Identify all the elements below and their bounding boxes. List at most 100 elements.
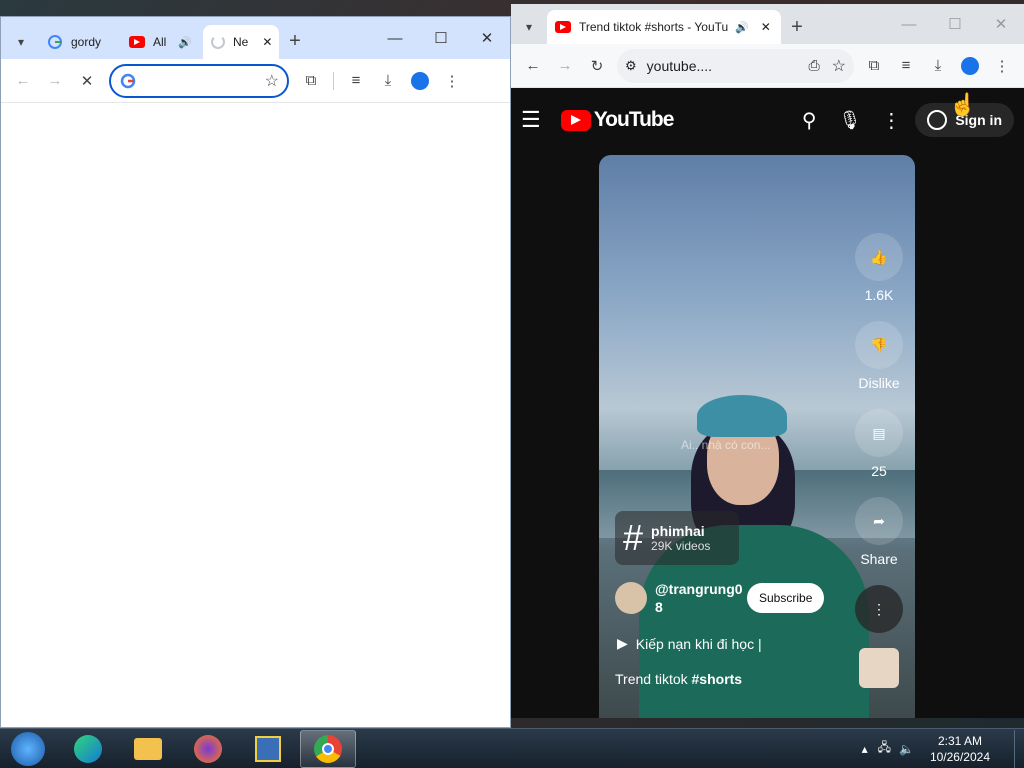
tab-youtube[interactable]: Trend tiktok #shorts - YouTu 🔊 ✕: [547, 10, 781, 44]
menu-kebab-icon[interactable]: ⋮: [986, 50, 1018, 82]
download-icon[interactable]: ⤓: [922, 50, 954, 82]
tab-all[interactable]: All 🔊: [121, 25, 203, 59]
close-button[interactable]: ✕: [978, 4, 1024, 45]
media-control-icon[interactable]: ≡: [340, 65, 372, 97]
media-control-icon[interactable]: ≡: [890, 50, 922, 82]
hashtag-name: phimhai: [651, 523, 705, 539]
youtube-icon: [129, 36, 145, 48]
channel-handle-line2: 8: [655, 599, 663, 615]
mouse-cursor-icon: ☝: [949, 92, 977, 117]
loading-icon: [211, 35, 225, 49]
playlist-row[interactable]: ▶ Kiếp nạn khi đi học |: [617, 635, 762, 652]
page-content: [1, 103, 510, 723]
clock-time: 2:31 AM: [937, 733, 982, 748]
site-settings-icon[interactable]: ⚙: [625, 58, 637, 74]
more-options-button[interactable]: ⋮: [855, 585, 903, 633]
chrome-window-left: ▾ gordy All 🔊 Ne ✕ + — ☐ ✕ ← → ✕ ☆ ⧉ ≡ ⤓…: [0, 16, 511, 728]
reload-icon[interactable]: ↻: [581, 50, 613, 82]
extensions-icon[interactable]: ⧉: [295, 65, 327, 97]
tab-search-chevron-icon[interactable]: ▾: [513, 11, 545, 43]
maximize-button[interactable]: ☐: [932, 4, 978, 45]
forward-button[interactable]: →: [39, 65, 71, 97]
window-controls: — ☐ ✕: [372, 17, 510, 59]
back-button[interactable]: ←: [7, 65, 39, 97]
subscribe-button[interactable]: Subscribe: [747, 583, 825, 613]
microphone-icon[interactable]: 🎙: [838, 110, 861, 131]
close-button[interactable]: ✕: [464, 17, 510, 59]
omnibox[interactable]: ⚙ youtube.... ⎙ ☆: [617, 48, 854, 83]
chrome-taskbar-icon[interactable]: [300, 729, 356, 768]
new-tab-button[interactable]: +: [279, 25, 311, 57]
toolbar: ← → ↻ ⚙ youtube.... ⎙ ☆ ⧉ ≡ ⤓ ⋮: [511, 44, 1024, 88]
play-icon: ▶: [617, 635, 628, 651]
channel-handle[interactable]: @trangrung0 8: [655, 580, 745, 616]
google-g-icon: [119, 72, 137, 90]
kebab-menu-icon[interactable]: ⋮: [881, 108, 901, 133]
extensions-icon[interactable]: ⧉: [858, 50, 890, 82]
hashtag-videos: 29K videos: [651, 539, 711, 553]
menu-kebab-icon[interactable]: ⋮: [436, 65, 468, 97]
network-icon[interactable]: 🖧: [878, 738, 891, 759]
omnibox[interactable]: ☆: [109, 63, 289, 98]
like-count: 1.6K: [864, 287, 894, 303]
youtube-icon: [555, 21, 571, 33]
dislike-button[interactable]: 👎: [855, 321, 903, 369]
forward-button[interactable]: →: [549, 50, 581, 82]
volume-icon[interactable]: 🔈: [899, 742, 914, 756]
hashtag-text: phimhai 29K videos: [651, 523, 710, 553]
video-watermark: Ai.. nhà có con...: [681, 438, 771, 452]
new-tab-button[interactable]: +: [781, 11, 813, 43]
search-icon[interactable]: ⚲: [802, 108, 817, 133]
download-icon[interactable]: ⤓: [372, 65, 404, 97]
url-text: youtube....: [646, 57, 713, 74]
hamburger-menu-icon[interactable]: ☰: [521, 107, 541, 133]
tab-gordy[interactable]: gordy: [39, 25, 121, 59]
window-controls: — ☐ ✕: [886, 4, 1024, 45]
tab-new-tab[interactable]: Ne ✕: [203, 25, 279, 59]
toolbar: ← → ✕ ☆ ⧉ ≡ ⤓ ⋮: [1, 59, 510, 103]
show-hidden-icons-icon[interactable]: ▴: [862, 742, 868, 756]
youtube-logo[interactable]: YouTube: [560, 108, 675, 132]
app-icon[interactable]: [240, 730, 296, 768]
install-app-icon[interactable]: ⎙: [808, 57, 819, 74]
maximize-button[interactable]: ☐: [418, 17, 464, 59]
comment-button[interactable]: ▤: [855, 409, 903, 457]
start-orb-icon[interactable]: [0, 730, 56, 768]
minimize-button[interactable]: —: [886, 4, 932, 45]
speaker-icon[interactable]: 🔊: [735, 21, 749, 34]
like-button[interactable]: 👍: [855, 233, 903, 281]
channel-handle-line1: @trangrung0: [655, 581, 743, 597]
hashtag-chip[interactable]: # phimhai 29K videos: [615, 511, 739, 565]
profile-avatar-icon[interactable]: [404, 65, 436, 97]
close-tab-icon[interactable]: ✕: [262, 35, 272, 49]
dislike-label: Dislike: [858, 375, 900, 391]
star-icon[interactable]: ☆: [265, 71, 279, 91]
close-tab-icon[interactable]: ✕: [761, 20, 771, 34]
stop-button[interactable]: ✕: [71, 65, 103, 97]
google-g-icon: [47, 34, 63, 50]
sound-thumbnail[interactable]: [859, 648, 899, 688]
edge-icon[interactable]: [60, 730, 116, 768]
profile-avatar-icon[interactable]: [954, 50, 986, 82]
shorts-video[interactable]: Ai.. nhà có con... 👍 1.6K 👎 Dislike ▤ 25…: [599, 155, 915, 718]
show-desktop-button[interactable]: [1014, 729, 1024, 768]
tab-strip: ▾ gordy All 🔊 Ne ✕ + — ☐ ✕: [1, 17, 510, 59]
file-explorer-icon[interactable]: [120, 730, 176, 768]
clock-date: 10/26/2024: [929, 749, 990, 764]
clock[interactable]: 2:31 AM 10/26/2024: [930, 733, 990, 765]
video-title-hashtag[interactable]: #shorts: [692, 671, 743, 687]
tab-search-chevron-icon[interactable]: ▾: [5, 26, 37, 58]
youtube-header: ☰ YouTube ⚲ 🎙 ⋮ Sign in: [511, 92, 1024, 148]
system-tray: ▴ 🖧 🔈 2:31 AM 10/26/2024: [862, 729, 1024, 768]
account-icon: [927, 110, 948, 130]
speaker-icon[interactable]: 🔊: [178, 36, 192, 49]
channel-avatar[interactable]: [615, 582, 647, 614]
logo-text: YouTube: [593, 108, 675, 131]
tab-label: Ne: [233, 35, 249, 49]
minimize-button[interactable]: —: [372, 17, 418, 59]
share-button[interactable]: ➦: [855, 497, 903, 545]
firefox-icon[interactable]: [180, 730, 236, 768]
back-button[interactable]: ←: [517, 50, 549, 82]
star-icon[interactable]: ☆: [832, 56, 846, 76]
like-group: 👍 1.6K: [855, 233, 903, 303]
